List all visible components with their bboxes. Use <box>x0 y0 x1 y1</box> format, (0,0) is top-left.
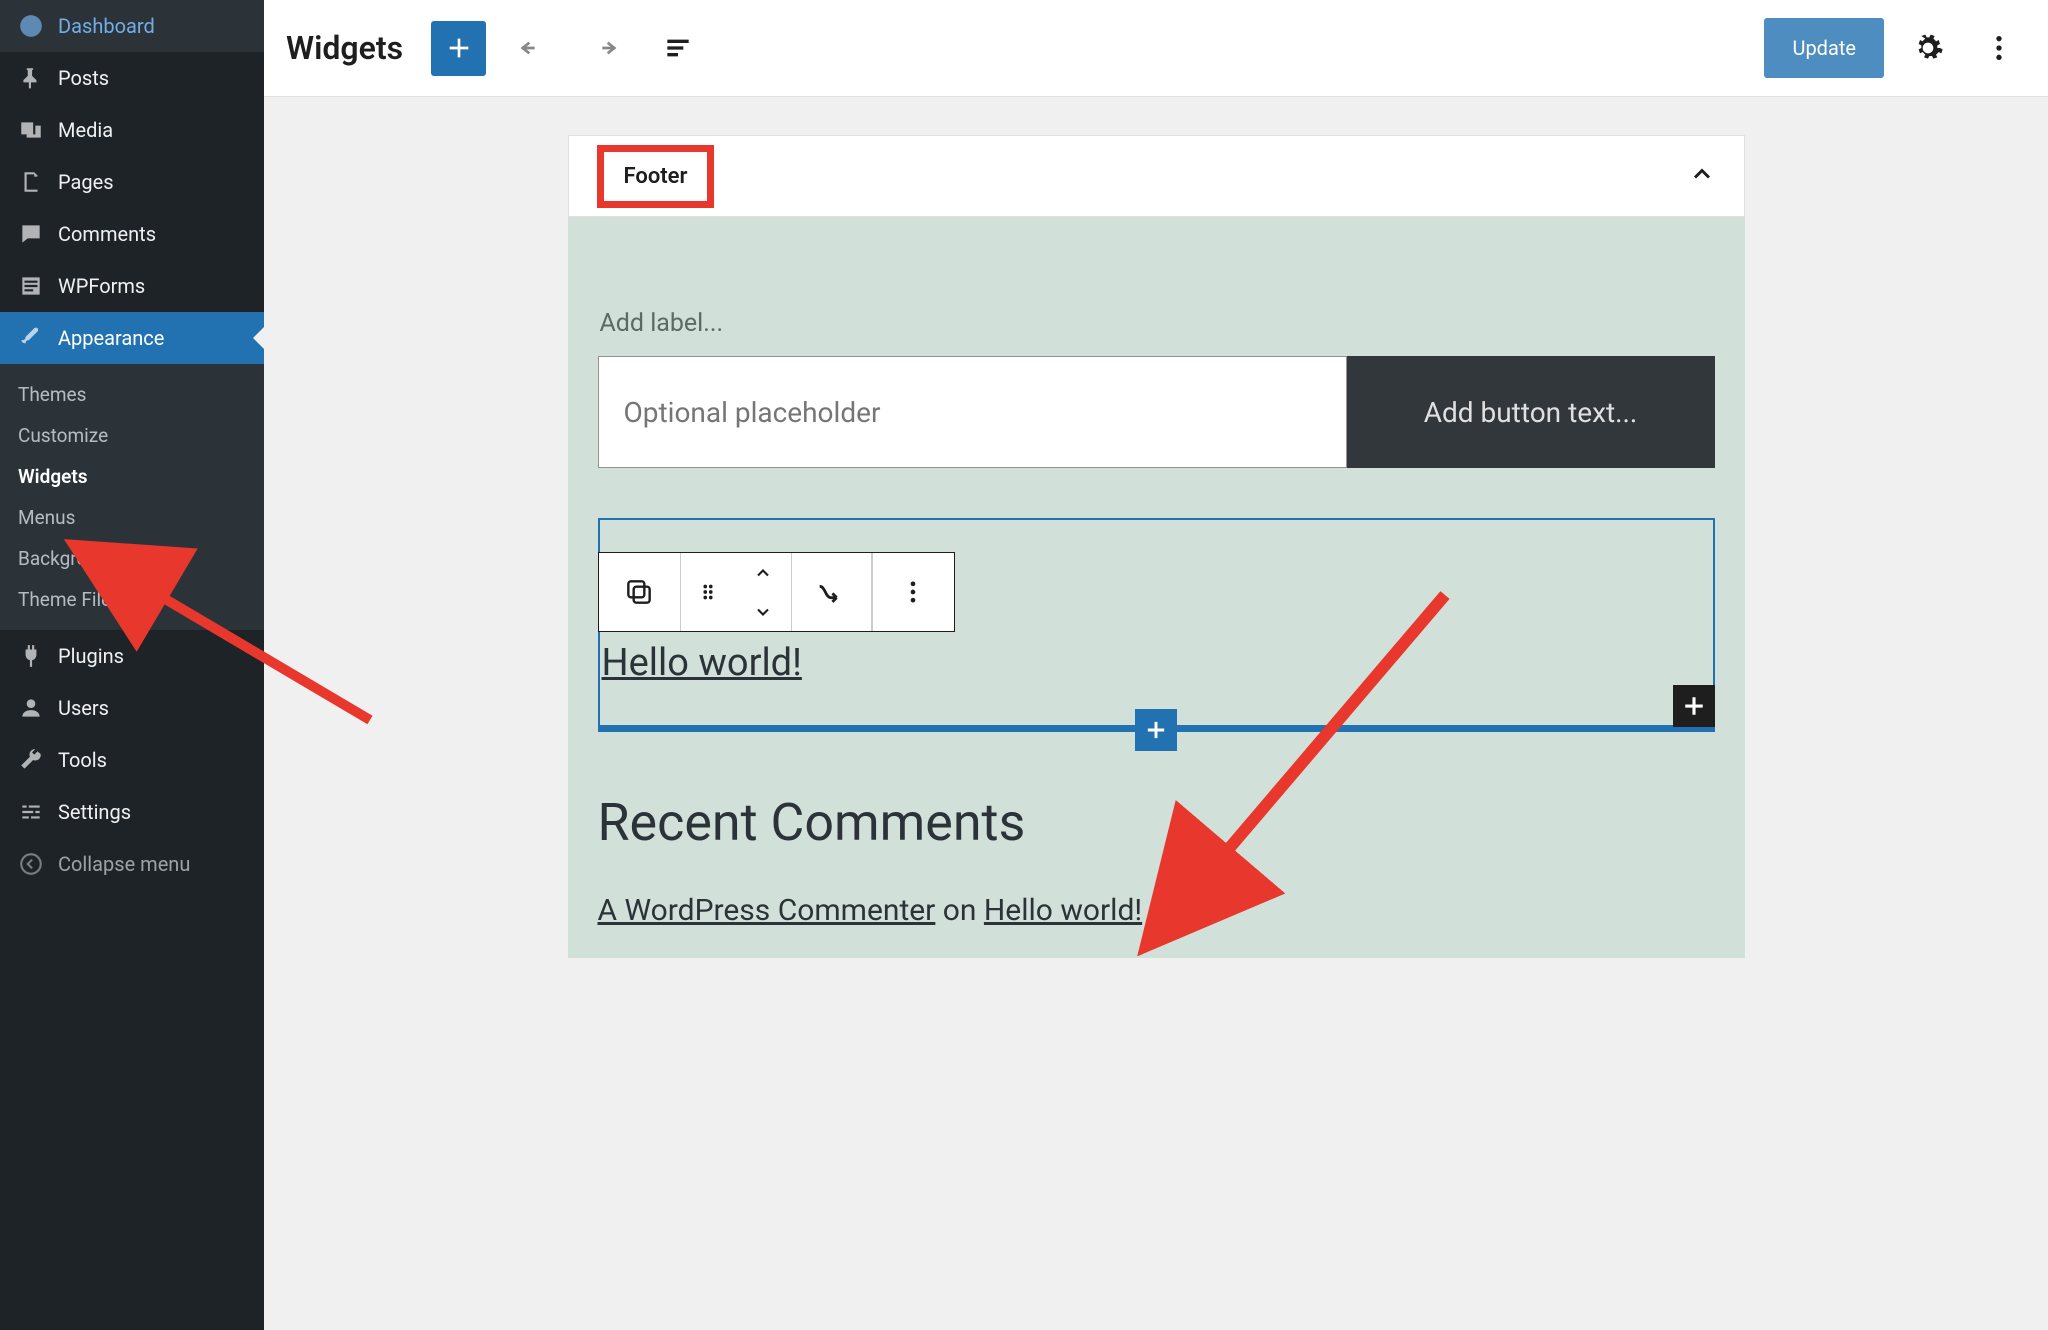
dashboard-icon <box>18 13 44 39</box>
media-icon <box>18 117 44 143</box>
collapse-icon <box>18 851 44 877</box>
annotation-arrow <box>120 560 390 764</box>
search-input-wrapper[interactable] <box>598 356 1347 468</box>
widget-area-title: Footer <box>624 164 688 189</box>
brush-icon <box>18 325 44 351</box>
sidebar-item-dashboard[interactable]: Dashboard <box>0 0 264 52</box>
sidebar-item-wpforms[interactable]: WPForms <box>0 260 264 312</box>
chevron-up-icon <box>1688 160 1716 192</box>
editor-topbar: Widgets Update <box>264 0 2048 97</box>
block-inserter-line <box>598 727 1715 732</box>
sidebar-item-collapse[interactable]: Collapse menu <box>0 838 264 890</box>
submenu-menus[interactable]: Menus <box>0 497 264 538</box>
list-view-button[interactable] <box>650 21 705 76</box>
sidebar-item-label: Posts <box>58 66 109 90</box>
sidebar-item-label: Appearance <box>58 326 164 350</box>
sliders-icon <box>18 799 44 825</box>
comment-entry: A WordPress Commenter on Hello world! <box>598 893 1715 928</box>
block-options-button[interactable] <box>872 553 954 631</box>
options-button[interactable] <box>1971 21 2026 76</box>
submenu-customize[interactable]: Customize <box>0 415 264 456</box>
sidebar-item-appearance[interactable]: Appearance <box>0 312 264 364</box>
comment-icon <box>18 221 44 247</box>
sidebar-item-label: Collapse menu <box>58 852 190 876</box>
block-type-button[interactable] <box>599 553 681 631</box>
sidebar-item-label: Comments <box>58 222 156 246</box>
block-toolbar <box>598 552 955 632</box>
sidebar-item-label: Tools <box>58 748 107 772</box>
sidebar-item-pages[interactable]: Pages <box>0 156 264 208</box>
redo-button[interactable] <box>577 21 632 76</box>
editor-canvas: Footer Add label... Add button text... <box>264 97 2048 1330</box>
drag-handle[interactable] <box>681 553 736 631</box>
post-link[interactable]: Hello world! <box>600 641 802 685</box>
sidebar-item-label: WPForms <box>58 274 145 298</box>
search-label-input[interactable]: Add label... <box>600 309 1715 338</box>
submenu-themes[interactable]: Themes <box>0 374 264 415</box>
sidebar-item-media[interactable]: Media <box>0 104 264 156</box>
annotation-arrow <box>1165 585 1465 929</box>
sidebar-item-label: Users <box>58 696 109 720</box>
sidebar-item-comments[interactable]: Comments <box>0 208 264 260</box>
sidebar-item-label: Plugins <box>58 644 124 668</box>
sidebar-item-posts[interactable]: Posts <box>0 52 264 104</box>
wrench-icon <box>18 747 44 773</box>
move-to-button[interactable] <box>792 553 872 631</box>
undo-button[interactable] <box>504 21 559 76</box>
move-up-button[interactable] <box>736 553 791 592</box>
widget-area-header[interactable]: Footer <box>568 135 1745 217</box>
sidebar-item-label: Settings <box>58 800 131 824</box>
block-appender-button[interactable] <box>1673 685 1715 727</box>
move-down-button[interactable] <box>736 592 791 631</box>
sidebar-item-label: Dashboard <box>58 14 155 38</box>
search-placeholder-input[interactable] <box>624 396 1321 429</box>
plug-icon <box>18 643 44 669</box>
sidebar-item-settings[interactable]: Settings <box>0 786 264 838</box>
recent-comments-heading: Recent Comments <box>598 792 1715 853</box>
user-icon <box>18 695 44 721</box>
commenter-link[interactable]: A WordPress Commenter <box>598 893 936 928</box>
sidebar-item-label: Pages <box>58 170 114 194</box>
submenu-widgets[interactable]: Widgets <box>0 456 264 497</box>
widget-area-body: Add label... Add button text... <box>568 217 1745 958</box>
comment-on-text: on <box>935 893 984 928</box>
pin-icon <box>18 65 44 91</box>
annotation-highlight: Footer <box>597 145 715 208</box>
widget-area-footer: Footer Add label... Add button text... <box>568 135 1745 958</box>
search-block: Add button text... <box>598 356 1715 468</box>
sidebar-item-label: Media <box>58 118 113 142</box>
comment-post-link[interactable]: Hello world! <box>984 893 1142 928</box>
page-title: Widgets <box>286 29 403 67</box>
update-button[interactable]: Update <box>1764 18 1884 78</box>
page-icon <box>18 169 44 195</box>
search-button[interactable]: Add button text... <box>1347 356 1715 468</box>
form-icon <box>18 273 44 299</box>
add-block-button[interactable] <box>431 21 486 76</box>
settings-button[interactable] <box>1900 21 1955 76</box>
